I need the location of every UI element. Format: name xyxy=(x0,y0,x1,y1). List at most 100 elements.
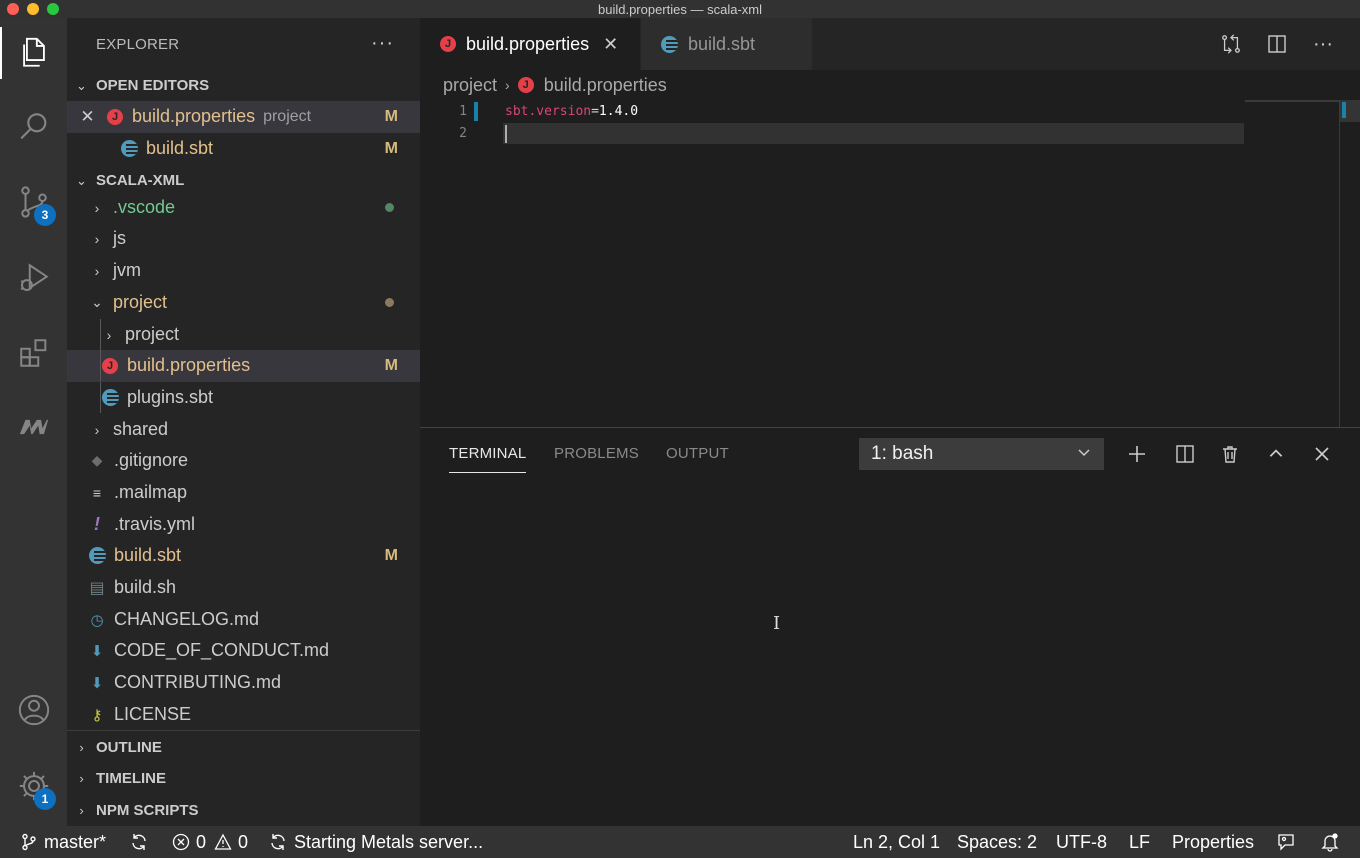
tree-item-travis[interactable]: ! .travis.yml xyxy=(67,509,420,541)
metals-button[interactable] xyxy=(0,397,67,457)
minimap-preview xyxy=(1245,100,1339,102)
timeline-title: TIMELINE xyxy=(96,770,166,787)
explorer-button[interactable] xyxy=(0,23,67,83)
sync-icon xyxy=(132,834,146,850)
breadcrumb-file[interactable]: build.properties xyxy=(544,75,667,96)
open-editors-section[interactable]: ⌄ OPEN EDITORS xyxy=(67,70,420,101)
notifications-button[interactable] xyxy=(1320,826,1346,858)
encoding-status[interactable]: UTF-8 xyxy=(1056,826,1107,858)
extensions-button[interactable] xyxy=(0,323,67,383)
code-line: 2 xyxy=(420,122,1340,144)
new-terminal-button[interactable] xyxy=(1125,442,1149,466)
text-file-icon: ≡ xyxy=(92,484,102,501)
tree-item-contributing[interactable]: ⬇ CONTRIBUTING.md xyxy=(67,667,420,699)
chevron-right-icon: › xyxy=(79,771,84,786)
tree-item-changelog[interactable]: ◷ CHANGELOG.md xyxy=(67,604,420,636)
search-button[interactable] xyxy=(0,97,67,157)
tree-item-project-subfolder[interactable]: › project xyxy=(67,319,420,351)
source-control-button[interactable]: 3 xyxy=(0,172,67,232)
split-editor-button[interactable] xyxy=(1265,32,1289,56)
kill-terminal-button[interactable] xyxy=(1218,442,1242,466)
split-editor-icon xyxy=(1268,35,1286,53)
tree-item-project-folder[interactable]: ⌄ project xyxy=(67,287,420,319)
tree-item-vscode[interactable]: › .vscode xyxy=(67,192,420,224)
tree-item-build-sh[interactable]: ▤ build.sh xyxy=(67,572,420,604)
mouse-ibeam-cursor: I xyxy=(773,613,781,634)
tree-item-gitignore[interactable]: ◆ .gitignore xyxy=(67,445,420,477)
close-panel-button[interactable] xyxy=(1310,442,1334,466)
java-properties-icon: J xyxy=(107,108,123,125)
close-icon[interactable]: ✕ xyxy=(603,34,618,55)
chevron-right-icon: › xyxy=(94,199,100,216)
markdown-icon: ⬇ xyxy=(90,642,104,660)
code-editor[interactable]: 1 sbt.version=1.4.0 2 xyxy=(420,100,1340,144)
tree-item-shared[interactable]: › shared xyxy=(67,414,420,446)
language-mode[interactable]: Properties xyxy=(1172,826,1254,858)
modified-dot xyxy=(385,298,394,308)
source-control-badge: 3 xyxy=(34,204,56,226)
chevron-right-icon: › xyxy=(94,262,100,279)
tree-item-js[interactable]: › js xyxy=(67,223,420,255)
tree-item-plugins-sbt[interactable]: plugins.sbt xyxy=(67,382,420,414)
tree-item-build-sbt[interactable]: build.sbt M xyxy=(67,540,420,572)
sync-button[interactable] xyxy=(129,826,155,858)
terminal-select[interactable]: 1: bash xyxy=(859,438,1104,470)
chevron-right-icon: › xyxy=(505,77,510,93)
close-icon[interactable]: ✕ xyxy=(73,107,102,127)
metals-status-text: Starting Metals server... xyxy=(294,831,484,852)
status-bar: master* 0 0 Starting Metals server... Ln… xyxy=(0,826,1360,858)
outline-title: OUTLINE xyxy=(96,739,162,756)
open-editor-label: build.properties xyxy=(132,106,256,127)
tree-item-license[interactable]: ⚷ LICENSE xyxy=(67,699,420,731)
run-debug-button[interactable] xyxy=(0,248,67,308)
terminal-select-value: 1: bash xyxy=(871,443,934,464)
eol-status[interactable]: LF xyxy=(1129,826,1150,858)
metals-status[interactable]: Starting Metals server... xyxy=(268,826,483,858)
sbt-file-icon xyxy=(101,389,119,407)
title-bar: build.properties — scala-xml xyxy=(0,0,1360,18)
open-editor-item[interactable]: build.sbt M xyxy=(67,133,420,165)
split-terminal-button[interactable] xyxy=(1173,442,1197,466)
chevron-down-icon xyxy=(1076,444,1092,466)
tab-label: build.properties xyxy=(466,33,590,54)
timeline-section[interactable]: › TIMELINE xyxy=(67,763,420,794)
tree-item-code-of-conduct[interactable]: ⬇ CODE_OF_CONDUCT.md xyxy=(67,635,420,667)
maximize-panel-button[interactable] xyxy=(1264,442,1288,466)
breadcrumb: project › J build.properties xyxy=(443,72,667,98)
more-actions-icon[interactable]: ··· xyxy=(371,32,394,55)
text-cursor xyxy=(505,125,507,143)
open-changes-button[interactable] xyxy=(1219,32,1243,56)
manage-button[interactable]: 1 xyxy=(0,756,67,816)
tree-item-label: jvm xyxy=(113,260,141,281)
tab-build-sbt[interactable]: build.sbt xyxy=(641,18,812,70)
tree-item-mailmap[interactable]: ≡ .mailmap xyxy=(67,477,420,509)
explorer-header: EXPLORER ··· xyxy=(67,18,420,70)
git-branch-icon xyxy=(22,833,36,851)
outline-section[interactable]: › OUTLINE xyxy=(67,732,420,763)
indentation-status[interactable]: Spaces: 2 xyxy=(957,826,1037,858)
breadcrumb-folder[interactable]: project xyxy=(443,75,497,96)
tab-problems[interactable]: PROBLEMS xyxy=(554,445,639,462)
feedback-button[interactable] xyxy=(1276,826,1302,858)
tree-item-jvm[interactable]: › jvm xyxy=(67,255,420,287)
tab-terminal[interactable]: TERMINAL xyxy=(449,445,527,473)
metals-icon xyxy=(19,419,48,435)
loading-sync-icon xyxy=(271,834,285,850)
chevron-down-icon: ⌄ xyxy=(76,172,87,188)
more-actions-icon[interactable]: ··· xyxy=(1311,32,1335,56)
open-editors-title: OPEN EDITORS xyxy=(96,77,210,94)
property-key: sbt.version xyxy=(505,103,592,119)
tree-item-build-properties[interactable]: J build.properties M xyxy=(67,350,420,382)
account-button[interactable] xyxy=(0,680,67,740)
tree-item-label: js xyxy=(113,228,126,249)
tab-output[interactable]: OUTPUT xyxy=(666,445,729,462)
open-editor-item[interactable]: ✕ J build.properties project M xyxy=(67,101,420,133)
cursor-position[interactable]: Ln 2, Col 1 xyxy=(853,826,940,858)
yaml-icon: ! xyxy=(94,514,100,535)
property-equals: = xyxy=(591,103,599,119)
chevron-up-icon xyxy=(1269,449,1283,457)
tab-build-properties[interactable]: J build.properties ✕ xyxy=(420,18,640,70)
branch-status[interactable]: master* xyxy=(20,826,106,858)
npm-scripts-section[interactable]: › NPM SCRIPTS xyxy=(67,795,420,826)
problems-status[interactable]: 0 0 xyxy=(172,826,248,858)
